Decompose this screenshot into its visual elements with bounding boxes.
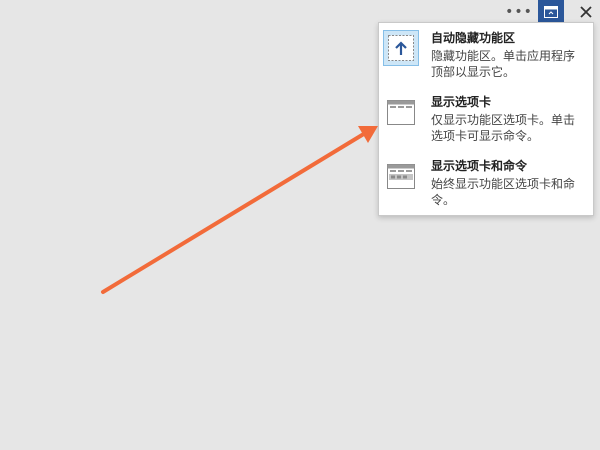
annotation-arrow <box>101 126 378 294</box>
